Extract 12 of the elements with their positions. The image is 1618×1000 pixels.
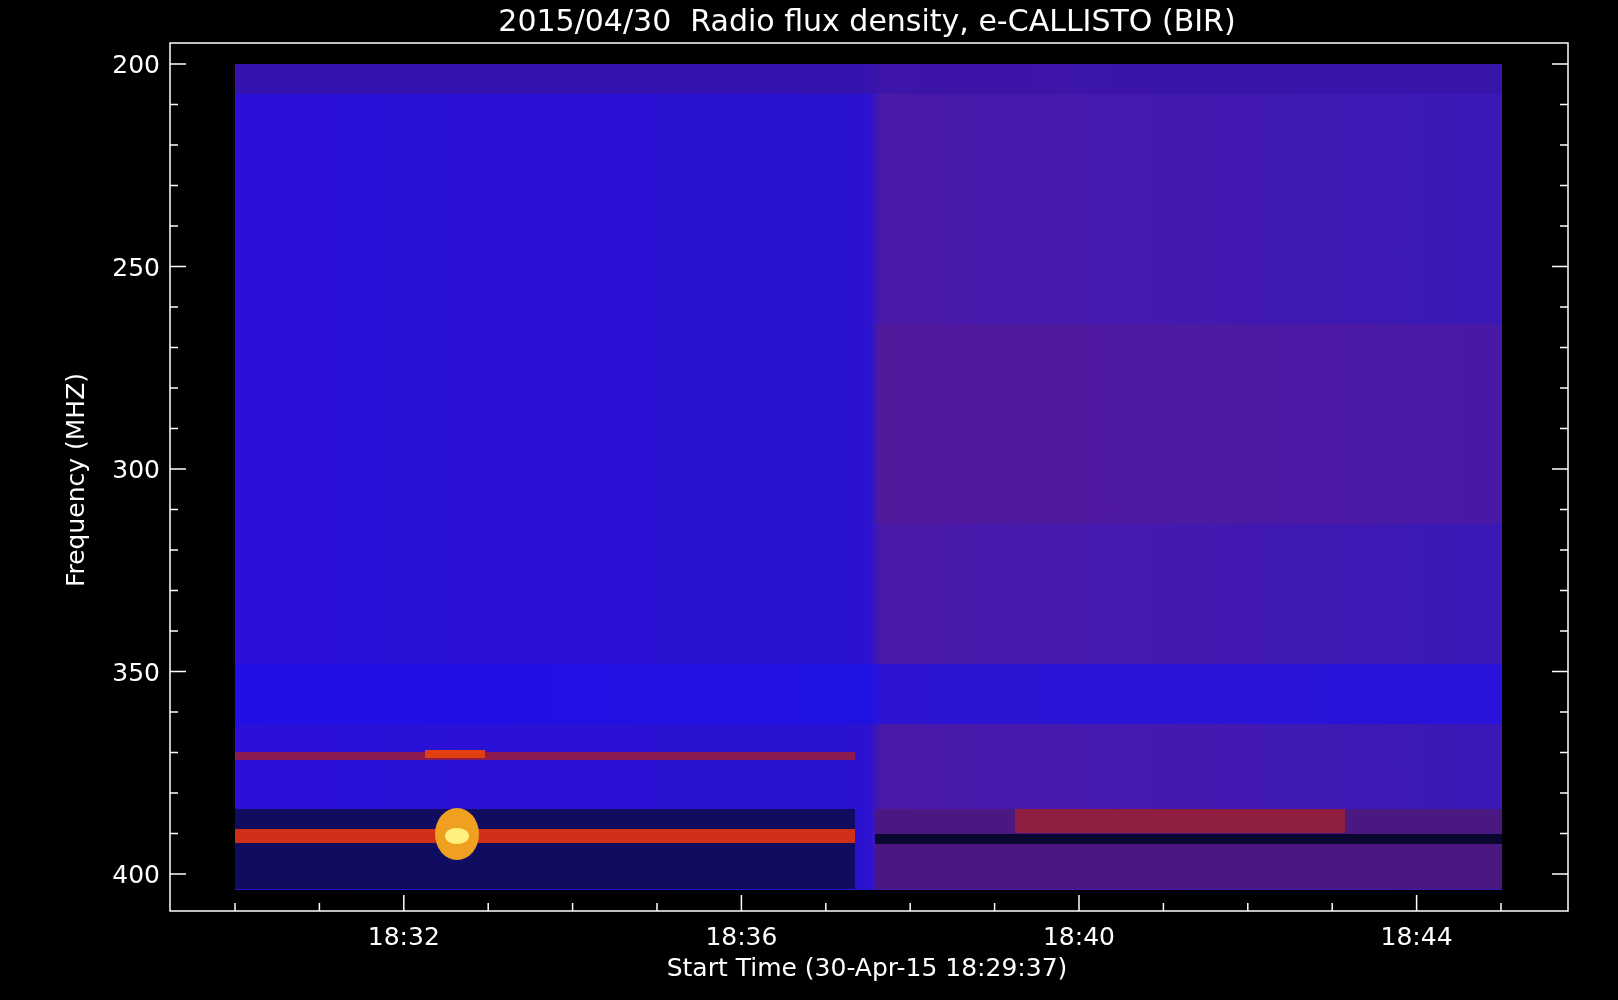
x-tick-label: 18:32 [367,922,440,951]
x-tick-label: 18:44 [1380,922,1453,951]
y-axis-label: Frequency (MHZ) [61,372,90,588]
y-tick-label: 200 [112,50,160,79]
x-tick-label: 18:40 [1043,922,1115,951]
y-tick-label: 250 [112,252,160,282]
x-axis-label: Start Time (30-Apr-15 18:29:37) [666,953,1068,982]
y-tick-label: 300 [112,455,160,484]
chart-title: 2015/04/30 Radio flux density, e-CALLISTO (BIR) [498,3,1236,38]
y-tick-label: 350 [112,657,160,687]
x-tick-label: 18:36 [705,922,778,951]
y-tick-label: 400 [112,860,160,889]
